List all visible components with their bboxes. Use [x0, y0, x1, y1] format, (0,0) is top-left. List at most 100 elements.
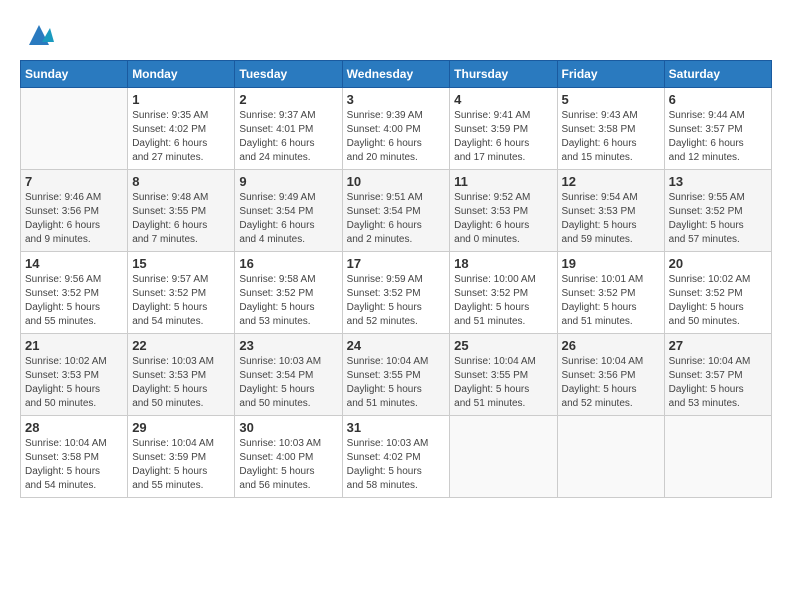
day-number: 7 — [25, 174, 123, 189]
calendar-day-cell: 1 Sunrise: 9:35 AM Sunset: 4:02 PM Daylig… — [128, 88, 235, 170]
day-info: Sunrise: 10:03 AM Sunset: 4:02 PM Daylig… — [347, 437, 446, 493]
day-of-week-header: Sunday — [21, 61, 128, 88]
calendar-day-cell: 22 Sunrise: 10:03 AM Sunset: 3:53 PM Dayl… — [128, 334, 235, 416]
day-number: 25 — [454, 338, 552, 353]
calendar-week-row: 28 Sunrise: 10:04 AM Sunset: 3:58 PM Dayl… — [21, 416, 772, 498]
calendar-day-cell: 21 Sunrise: 10:02 AM Sunset: 3:53 PM Dayl… — [21, 334, 128, 416]
calendar-day-cell — [664, 416, 771, 498]
day-info: Sunrise: 9:37 AM Sunset: 4:01 PM Dayligh… — [239, 109, 337, 165]
day-number: 2 — [239, 92, 337, 107]
calendar-day-cell — [557, 416, 664, 498]
day-number: 16 — [239, 256, 337, 271]
calendar-day-cell: 4Sunrise: 9:41 AM Sunset: 3:59 PM Daylig… — [450, 88, 557, 170]
day-info: Sunrise: 9:48 AM Sunset: 3:55 PM Dayligh… — [132, 191, 230, 247]
calendar-week-row: 14 Sunrise: 9:56 AM Sunset: 3:52 PM Dayli… — [21, 252, 772, 334]
day-info: Sunrise: 9:54 AM Sunset: 3:53 PM Dayligh… — [562, 191, 660, 247]
calendar-table: SundayMondayTuesdayWednesdayThursdayFrid… — [20, 60, 772, 498]
calendar-week-row: 21 Sunrise: 10:02 AM Sunset: 3:53 PM Dayl… — [21, 334, 772, 416]
day-info: Sunrise: 9:46 AM Sunset: 3:56 PM Dayligh… — [25, 191, 123, 247]
day-number: 3 — [347, 92, 446, 107]
day-number: 24 — [347, 338, 446, 353]
day-of-week-header: Friday — [557, 61, 664, 88]
calendar-day-cell: 23 Sunrise: 10:03 AM Sunset: 3:54 PM Dayl… — [235, 334, 342, 416]
calendar-day-cell: 12Sunrise: 9:54 AM Sunset: 3:53 PM Dayli… — [557, 170, 664, 252]
day-number: 13 — [669, 174, 767, 189]
calendar-day-cell: 26 Sunrise: 10:04 AM Sunset: 3:56 PM Dayl… — [557, 334, 664, 416]
day-info: Sunrise: 10:04 AM Sunset: 3:55 PM Daylig… — [347, 355, 446, 411]
calendar-day-cell: 10 Sunrise: 9:51 AM Sunset: 3:54 PM Dayli… — [342, 170, 450, 252]
day-number: 10 — [347, 174, 446, 189]
day-number: 22 — [132, 338, 230, 353]
calendar-day-cell — [21, 88, 128, 170]
calendar-week-row: 7 Sunrise: 9:46 AM Sunset: 3:56 PM Daylig… — [21, 170, 772, 252]
day-number: 8 — [132, 174, 230, 189]
day-number: 31 — [347, 420, 446, 435]
day-info: Sunrise: 10:04 AM Sunset: 3:55 PM Daylig… — [454, 355, 552, 411]
calendar-day-cell: 24 Sunrise: 10:04 AM Sunset: 3:55 PM Dayl… — [342, 334, 450, 416]
day-info: Sunrise: 9:51 AM Sunset: 3:54 PM Dayligh… — [347, 191, 446, 247]
day-number: 21 — [25, 338, 123, 353]
day-info: Sunrise: 10:03 AM Sunset: 4:00 PM Daylig… — [239, 437, 337, 493]
day-info: Sunrise: 9:55 AM Sunset: 3:52 PM Dayligh… — [669, 191, 767, 247]
day-info: Sunrise: 9:57 AM Sunset: 3:52 PM Dayligh… — [132, 273, 230, 329]
day-info: Sunrise: 10:02 AM Sunset: 3:53 PM Daylig… — [25, 355, 123, 411]
day-number: 19 — [562, 256, 660, 271]
calendar-day-cell: 8 Sunrise: 9:48 AM Sunset: 3:55 PM Daylig… — [128, 170, 235, 252]
day-info: Sunrise: 9:39 AM Sunset: 4:00 PM Dayligh… — [347, 109, 446, 165]
day-number: 9 — [239, 174, 337, 189]
day-number: 5 — [562, 92, 660, 107]
day-info: Sunrise: 9:44 AM Sunset: 3:57 PM Dayligh… — [669, 109, 767, 165]
day-number: 30 — [239, 420, 337, 435]
day-number: 1 — [132, 92, 230, 107]
day-number: 28 — [25, 420, 123, 435]
calendar-day-cell: 2 Sunrise: 9:37 AM Sunset: 4:01 PM Daylig… — [235, 88, 342, 170]
day-info: Sunrise: 10:04 AM Sunset: 3:59 PM Daylig… — [132, 437, 230, 493]
day-number: 14 — [25, 256, 123, 271]
day-number: 17 — [347, 256, 446, 271]
day-info: Sunrise: 9:56 AM Sunset: 3:52 PM Dayligh… — [25, 273, 123, 329]
calendar-day-cell: 28 Sunrise: 10:04 AM Sunset: 3:58 PM Dayl… — [21, 416, 128, 498]
day-of-week-header: Thursday — [450, 61, 557, 88]
page-header — [20, 20, 772, 50]
day-of-week-header: Wednesday — [342, 61, 450, 88]
calendar-day-cell: 3 Sunrise: 9:39 AM Sunset: 4:00 PM Daylig… — [342, 88, 450, 170]
day-info: Sunrise: 9:35 AM Sunset: 4:02 PM Dayligh… — [132, 109, 230, 165]
day-number: 18 — [454, 256, 552, 271]
calendar-day-cell: 15Sunrise: 9:57 AM Sunset: 3:52 PM Dayli… — [128, 252, 235, 334]
day-info: Sunrise: 10:03 AM Sunset: 3:54 PM Daylig… — [239, 355, 337, 411]
calendar-day-cell: 19 Sunrise: 10:01 AM Sunset: 3:52 PM Dayl… — [557, 252, 664, 334]
calendar-day-cell: 9Sunrise: 9:49 AM Sunset: 3:54 PM Daylig… — [235, 170, 342, 252]
day-info: Sunrise: 9:52 AM Sunset: 3:53 PM Dayligh… — [454, 191, 552, 247]
logo — [20, 20, 54, 50]
calendar-day-cell: 25 Sunrise: 10:04 AM Sunset: 3:55 PM Dayl… — [450, 334, 557, 416]
calendar-header-row: SundayMondayTuesdayWednesdayThursdayFrid… — [21, 61, 772, 88]
day-of-week-header: Saturday — [664, 61, 771, 88]
day-info: Sunrise: 10:00 AM Sunset: 3:52 PM Daylig… — [454, 273, 552, 329]
calendar-day-cell — [450, 416, 557, 498]
day-info: Sunrise: 10:02 AM Sunset: 3:52 PM Daylig… — [669, 273, 767, 329]
calendar-day-cell: 18 Sunrise: 10:00 AM Sunset: 3:52 PM Dayl… — [450, 252, 557, 334]
day-number: 23 — [239, 338, 337, 353]
day-info: Sunrise: 10:03 AM Sunset: 3:53 PM Daylig… — [132, 355, 230, 411]
day-info: Sunrise: 10:04 AM Sunset: 3:58 PM Daylig… — [25, 437, 123, 493]
day-number: 11 — [454, 174, 552, 189]
day-of-week-header: Monday — [128, 61, 235, 88]
calendar-day-cell: 11 Sunrise: 9:52 AM Sunset: 3:53 PM Dayli… — [450, 170, 557, 252]
day-info: Sunrise: 9:59 AM Sunset: 3:52 PM Dayligh… — [347, 273, 446, 329]
calendar-day-cell: 6 Sunrise: 9:44 AM Sunset: 3:57 PM Daylig… — [664, 88, 771, 170]
day-info: Sunrise: 10:04 AM Sunset: 3:57 PM Daylig… — [669, 355, 767, 411]
logo-icon — [24, 20, 54, 50]
calendar-day-cell: 13 Sunrise: 9:55 AM Sunset: 3:52 PM Dayli… — [664, 170, 771, 252]
day-info: Sunrise: 10:04 AM Sunset: 3:56 PM Daylig… — [562, 355, 660, 411]
calendar-day-cell: 20Sunrise: 10:02 AM Sunset: 3:52 PM Dayl… — [664, 252, 771, 334]
day-info: Sunrise: 10:01 AM Sunset: 3:52 PM Daylig… — [562, 273, 660, 329]
calendar-day-cell: 16 Sunrise: 9:58 AM Sunset: 3:52 PM Dayli… — [235, 252, 342, 334]
day-info: Sunrise: 9:43 AM Sunset: 3:58 PM Dayligh… — [562, 109, 660, 165]
day-number: 6 — [669, 92, 767, 107]
day-number: 27 — [669, 338, 767, 353]
calendar-day-cell: 14 Sunrise: 9:56 AM Sunset: 3:52 PM Dayli… — [21, 252, 128, 334]
day-of-week-header: Tuesday — [235, 61, 342, 88]
day-number: 26 — [562, 338, 660, 353]
day-info: Sunrise: 9:58 AM Sunset: 3:52 PM Dayligh… — [239, 273, 337, 329]
calendar-day-cell: 30 Sunrise: 10:03 AM Sunset: 4:00 PM Dayl… — [235, 416, 342, 498]
